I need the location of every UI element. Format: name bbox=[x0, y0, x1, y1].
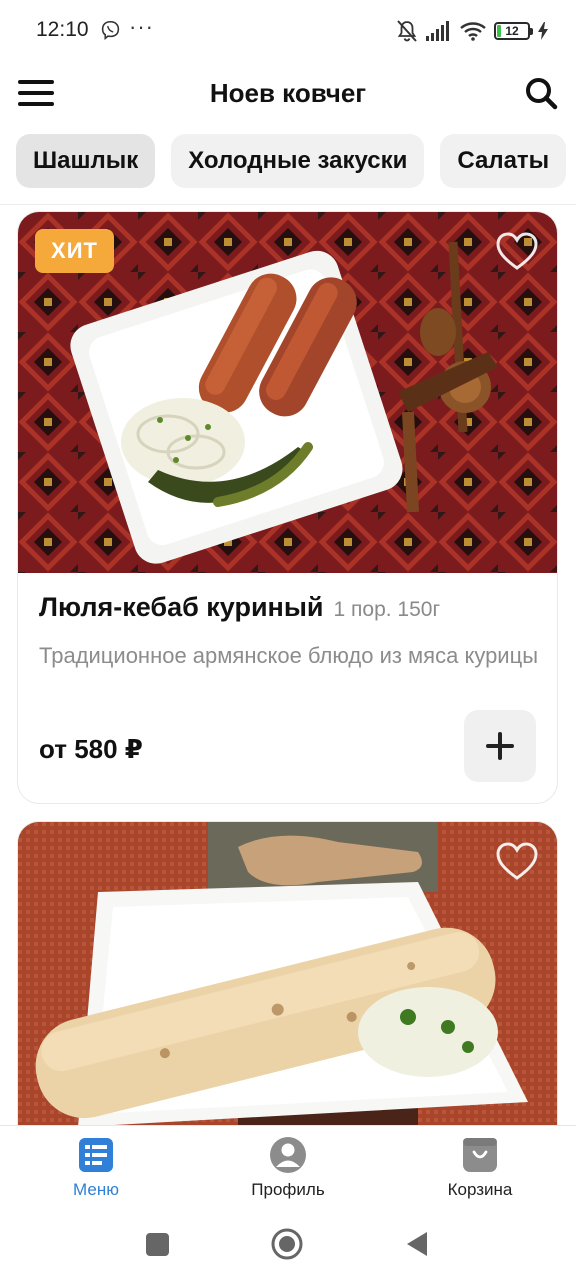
menu-list-icon bbox=[79, 1138, 113, 1172]
status-indicators: 12 bbox=[396, 18, 548, 44]
product-price: от 580 ₽ bbox=[39, 734, 143, 764]
cart-icon bbox=[463, 1138, 497, 1172]
viber-icon bbox=[101, 20, 120, 41]
category-tabs: Шашлык Холодные закуски Салаты bbox=[16, 134, 576, 190]
favorite-heart-icon[interactable] bbox=[495, 230, 539, 272]
app-header: Ноев ковчег bbox=[0, 62, 576, 128]
category-chip-salads[interactable]: Салаты bbox=[440, 134, 567, 188]
battery-icon: 12 bbox=[494, 22, 533, 40]
nav-label-cart: Корзина bbox=[447, 1180, 513, 1199]
product-description: Традиционное армянское блюдо из мяса кур… bbox=[39, 643, 539, 668]
signal-icon bbox=[426, 21, 449, 41]
battery-level: 12 bbox=[505, 24, 519, 38]
search-icon[interactable] bbox=[524, 76, 558, 110]
nav-label-menu: Меню bbox=[73, 1180, 119, 1199]
add-to-cart-button[interactable] bbox=[464, 710, 536, 782]
profile-icon bbox=[270, 1137, 306, 1173]
mute-icon bbox=[397, 20, 417, 42]
charging-icon bbox=[538, 22, 548, 40]
status-more-indicator: ··· bbox=[129, 14, 154, 39]
product-list: ХИТ Люля-кебаб куриный 1 пор. 150г Традиц… bbox=[0, 205, 576, 1125]
category-chip-cold-snacks[interactable]: Холодные закуски bbox=[171, 134, 425, 188]
product-name-row: Люля-кебаб куриный 1 пор. 150г bbox=[39, 592, 440, 623]
status-bar: 12:10 ··· 12 bbox=[0, 0, 576, 62]
back-triangle-icon[interactable] bbox=[400, 1227, 434, 1261]
product-name: Люля-кебаб куриный bbox=[39, 592, 324, 622]
recents-square-icon[interactable] bbox=[140, 1227, 174, 1261]
favorite-heart-icon[interactable] bbox=[495, 840, 539, 882]
bottom-navigation: Меню Профиль Корзина bbox=[0, 1125, 576, 1214]
status-time: 12:10 bbox=[36, 18, 89, 41]
product-portion: 1 пор. 150г bbox=[333, 598, 441, 621]
wifi-icon bbox=[460, 22, 486, 41]
home-circle-icon[interactable] bbox=[270, 1227, 304, 1261]
nav-label-profile: Профиль bbox=[251, 1180, 325, 1199]
nav-tab-profile[interactable]: Профиль bbox=[228, 1136, 348, 1200]
product-card[interactable]: ХИТ Люля-кебаб куриный 1 пор. 150г Традиц… bbox=[17, 211, 558, 804]
product-photo bbox=[18, 822, 557, 1125]
product-card[interactable] bbox=[17, 821, 558, 1125]
system-navigation-bar bbox=[0, 1213, 576, 1280]
hit-badge: ХИТ bbox=[35, 229, 114, 273]
category-chip-shashlyk[interactable]: Шашлык bbox=[16, 134, 156, 188]
nav-tab-cart[interactable]: Корзина bbox=[420, 1136, 540, 1200]
page-title: Ноев ковчег bbox=[209, 78, 367, 108]
nav-tab-menu[interactable]: Меню bbox=[36, 1136, 156, 1200]
